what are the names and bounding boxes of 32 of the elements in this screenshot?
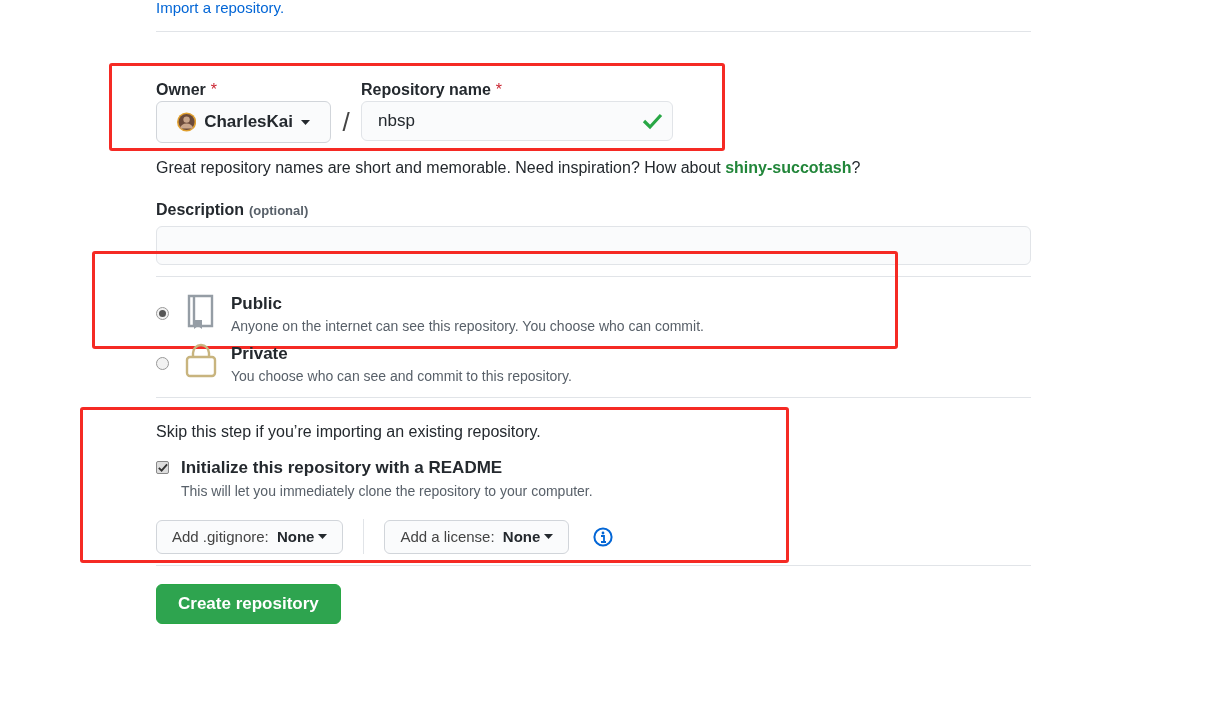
checkmark-icon (157, 462, 168, 473)
field-label: Owner (156, 81, 206, 98)
radio-button[interactable] (156, 357, 169, 370)
skip-note: Skip this step if you’re importing an existing repository. (156, 422, 542, 442)
option-title: Private (231, 343, 289, 365)
field-label: Description (156, 201, 244, 219)
option-description: You choose who can see and commit to this repository. (231, 367, 572, 386)
checkbox-label: Initialize this repository with a README (181, 457, 504, 479)
caret-icon (544, 534, 554, 539)
avatar-icon (177, 110, 197, 134)
caret-icon (318, 534, 328, 539)
info-icon (593, 526, 614, 547)
required-mark: * (210, 81, 218, 98)
import-repository-link[interactable]: Import a repository. (156, 0, 285, 16)
readme-checkbox[interactable] (156, 461, 169, 474)
repository-name-field[interactable]: nbsp (361, 101, 673, 141)
option-description: Anyone on the internet can see this repository. You choose who can commit. (231, 317, 704, 336)
description-field[interactable] (156, 226, 1031, 265)
checkbox-description: This will let you immediately clone the repository to your computer. (181, 483, 593, 499)
optional-note: (optional) (249, 203, 309, 218)
option-title: Public (231, 293, 283, 315)
gitignore-dropdown[interactable]: Add .gitignore: None (156, 519, 344, 554)
radio-button[interactable] (156, 307, 169, 320)
suggestion-link[interactable]: shiny-succotash (725, 159, 852, 176)
field-label: Repository name (361, 81, 491, 98)
required-mark: * (495, 81, 503, 98)
path-separator: / (341, 105, 351, 139)
lock-icon (185, 343, 217, 380)
caret-icon (301, 119, 310, 125)
hint-text: Great repository names are short and memorable. Need inspiration? How about shiny-succotash? (156, 158, 862, 178)
license-dropdown[interactable]: Add a license: None (384, 519, 570, 554)
owner-dropdown[interactable]: CharlesKai (156, 101, 331, 143)
